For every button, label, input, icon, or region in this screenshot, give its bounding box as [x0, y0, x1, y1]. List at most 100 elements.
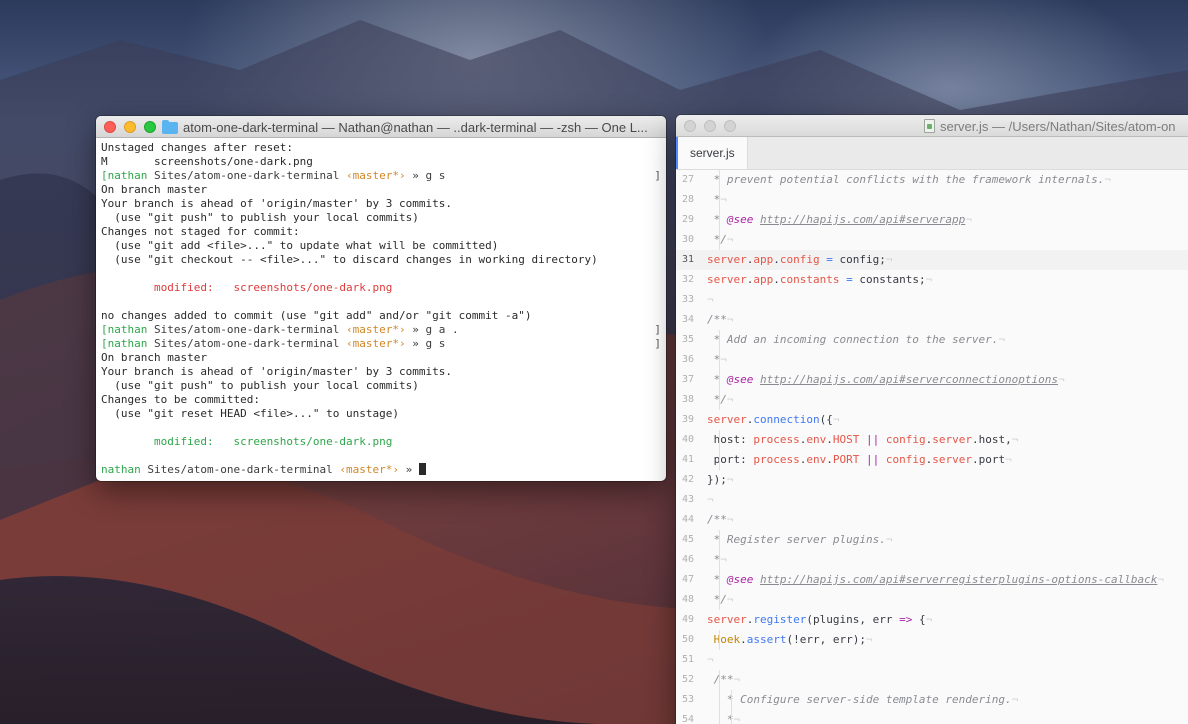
- terminal-titlebar[interactable]: atom-one-dark-terminal — Nathan@nathan —…: [96, 116, 666, 138]
- zoom-button[interactable]: [724, 119, 736, 132]
- code-token: HOST: [832, 433, 860, 446]
- code-line[interactable]: 29 * @see http://hapijs.com/api#serverap…: [676, 210, 1188, 230]
- prompt-user: nathan: [107, 337, 148, 350]
- indent-guide: [719, 370, 720, 390]
- terminal-line: modified: screenshots/one-dark.png: [101, 435, 661, 449]
- terminal-output[interactable]: Unstaged changes after reset: M screensho…: [96, 138, 666, 477]
- code-line[interactable]: 38 */¬: [676, 390, 1188, 410]
- code-line[interactable]: 36 *¬: [676, 350, 1188, 370]
- prompt-command: »: [399, 463, 419, 476]
- code-line[interactable]: 44 /**¬: [676, 510, 1188, 530]
- close-button[interactable]: [684, 119, 696, 132]
- code-token: config;: [832, 253, 886, 266]
- prompt-bracket: [: [101, 337, 108, 350]
- code-token: =: [846, 273, 853, 286]
- code-line[interactable]: 52 /**¬: [676, 670, 1188, 690]
- terminal-window[interactable]: atom-one-dark-terminal — Nathan@nathan —…: [96, 116, 666, 481]
- terminal-line: modified: screenshots/one-dark.png: [101, 281, 661, 295]
- prompt-branch: ‹master*›: [346, 323, 406, 336]
- code-line[interactable]: 53 * Configure server-side template rend…: [676, 690, 1188, 710]
- code-token: constants;: [852, 273, 926, 286]
- code-line[interactable]: 30 */¬: [676, 230, 1188, 250]
- minimize-button[interactable]: [704, 119, 716, 132]
- code-line[interactable]: 34 /**¬: [676, 310, 1188, 330]
- indent-guide: [719, 350, 720, 370]
- code-line[interactable]: 46 *¬: [676, 550, 1188, 570]
- code-token: /**: [707, 313, 727, 326]
- zoom-button[interactable]: [144, 120, 156, 133]
- prompt-user: nathan: [101, 463, 141, 476]
- code-token: * Configure server-side template renderi…: [726, 693, 1012, 706]
- code-line[interactable]: 35 * Add an incoming connection to the s…: [676, 330, 1188, 350]
- code-token: .: [740, 633, 747, 646]
- terminal-text: (use "git checkout -- <file>..." to disc…: [101, 253, 598, 266]
- code-line[interactable]: 28 *¬: [676, 190, 1188, 210]
- close-button[interactable]: [104, 120, 116, 133]
- code-line[interactable]: 49 server.register(plugins, err => {¬: [676, 610, 1188, 630]
- indent-guide: [719, 450, 720, 470]
- indent-guide: [719, 630, 720, 650]
- code-line[interactable]: 50 Hoek.assert(!err, err);¬: [676, 630, 1188, 650]
- code-token: * prevent potential conflicts with the f…: [713, 173, 1105, 186]
- editor-window[interactable]: server.js — /Users/Nathan/Sites/atom-on …: [676, 115, 1188, 724]
- line-number: 51: [681, 654, 694, 665]
- terminal-line: [101, 449, 661, 463]
- code-line[interactable]: 54 *¬: [676, 710, 1188, 724]
- doc-link[interactable]: http://hapijs.com/api#serverapp: [760, 213, 965, 226]
- terminal-line: Changes to be committed:: [101, 393, 661, 407]
- code-line[interactable]: 42});¬: [676, 470, 1188, 490]
- minimize-button[interactable]: [124, 120, 136, 133]
- code-line[interactable]: 37 * @see http://hapijs.com/api#serverco…: [676, 370, 1188, 390]
- doc-link[interactable]: http://hapijs.com/api#serverconnectionop…: [760, 373, 1058, 386]
- terminal-line: (use "git push" to publish your local co…: [101, 211, 661, 225]
- code-line[interactable]: 45 * Register server plugins.¬: [676, 530, 1188, 550]
- code-line[interactable]: 33 ¬: [676, 290, 1188, 310]
- code-text: server.app.config = config;¬: [706, 250, 892, 270]
- code-text: *¬: [706, 710, 740, 724]
- code-line[interactable]: 27 * prevent potential conflicts with th…: [676, 170, 1188, 190]
- invisible-eol: ¬: [707, 653, 714, 666]
- doc-link[interactable]: http://hapijs.com/api#serverregisterplug…: [760, 573, 1157, 586]
- prompt-branch: ‹master*›: [346, 337, 406, 350]
- invisible-eol: ¬: [1104, 173, 1111, 186]
- code-line[interactable]: 41 port: process.env.PORT || config.serv…: [676, 450, 1188, 470]
- code-line[interactable]: 32 server.app.constants = constants;¬: [676, 270, 1188, 290]
- code-line[interactable]: 47 * @see http://hapijs.com/api#serverre…: [676, 570, 1188, 590]
- code-line[interactable]: 40 host: process.env.HOST || config.serv…: [676, 430, 1188, 450]
- terminal-text: (use "git add <file>..." to update what …: [101, 239, 499, 252]
- code-line[interactable]: 31 server.app.config = config;¬: [676, 250, 1188, 270]
- code-token: */: [713, 233, 727, 246]
- terminal-prompt-line: [nathan Sites/atom-one-dark-terminal ‹ma…: [101, 337, 661, 351]
- code-line[interactable]: 39 server.connection({¬: [676, 410, 1188, 430]
- code-editor[interactable]: 27 * prevent potential conflicts with th…: [676, 170, 1188, 724]
- code-token: */: [713, 593, 727, 606]
- code-token: {: [912, 613, 926, 626]
- code-line[interactable]: 51 ¬: [676, 650, 1188, 670]
- code-line[interactable]: 43 ¬: [676, 490, 1188, 510]
- line-number: 45: [681, 534, 694, 545]
- line-number: 32: [681, 274, 694, 285]
- code-text: /**¬: [706, 670, 741, 690]
- editor-titlebar[interactable]: server.js — /Users/Nathan/Sites/atom-on: [676, 115, 1188, 137]
- code-token: .: [773, 253, 780, 266]
- code-token: server: [707, 273, 747, 286]
- code-line[interactable]: 48 */¬: [676, 590, 1188, 610]
- code-text: ¬: [706, 650, 714, 670]
- tab-server-js[interactable]: server.js: [676, 136, 748, 169]
- terminal-prompt-line: [nathan Sites/atom-one-dark-terminal ‹ma…: [101, 169, 661, 183]
- code-token: *: [713, 213, 727, 226]
- terminal-text: Your branch is ahead of 'origin/master' …: [101, 197, 452, 210]
